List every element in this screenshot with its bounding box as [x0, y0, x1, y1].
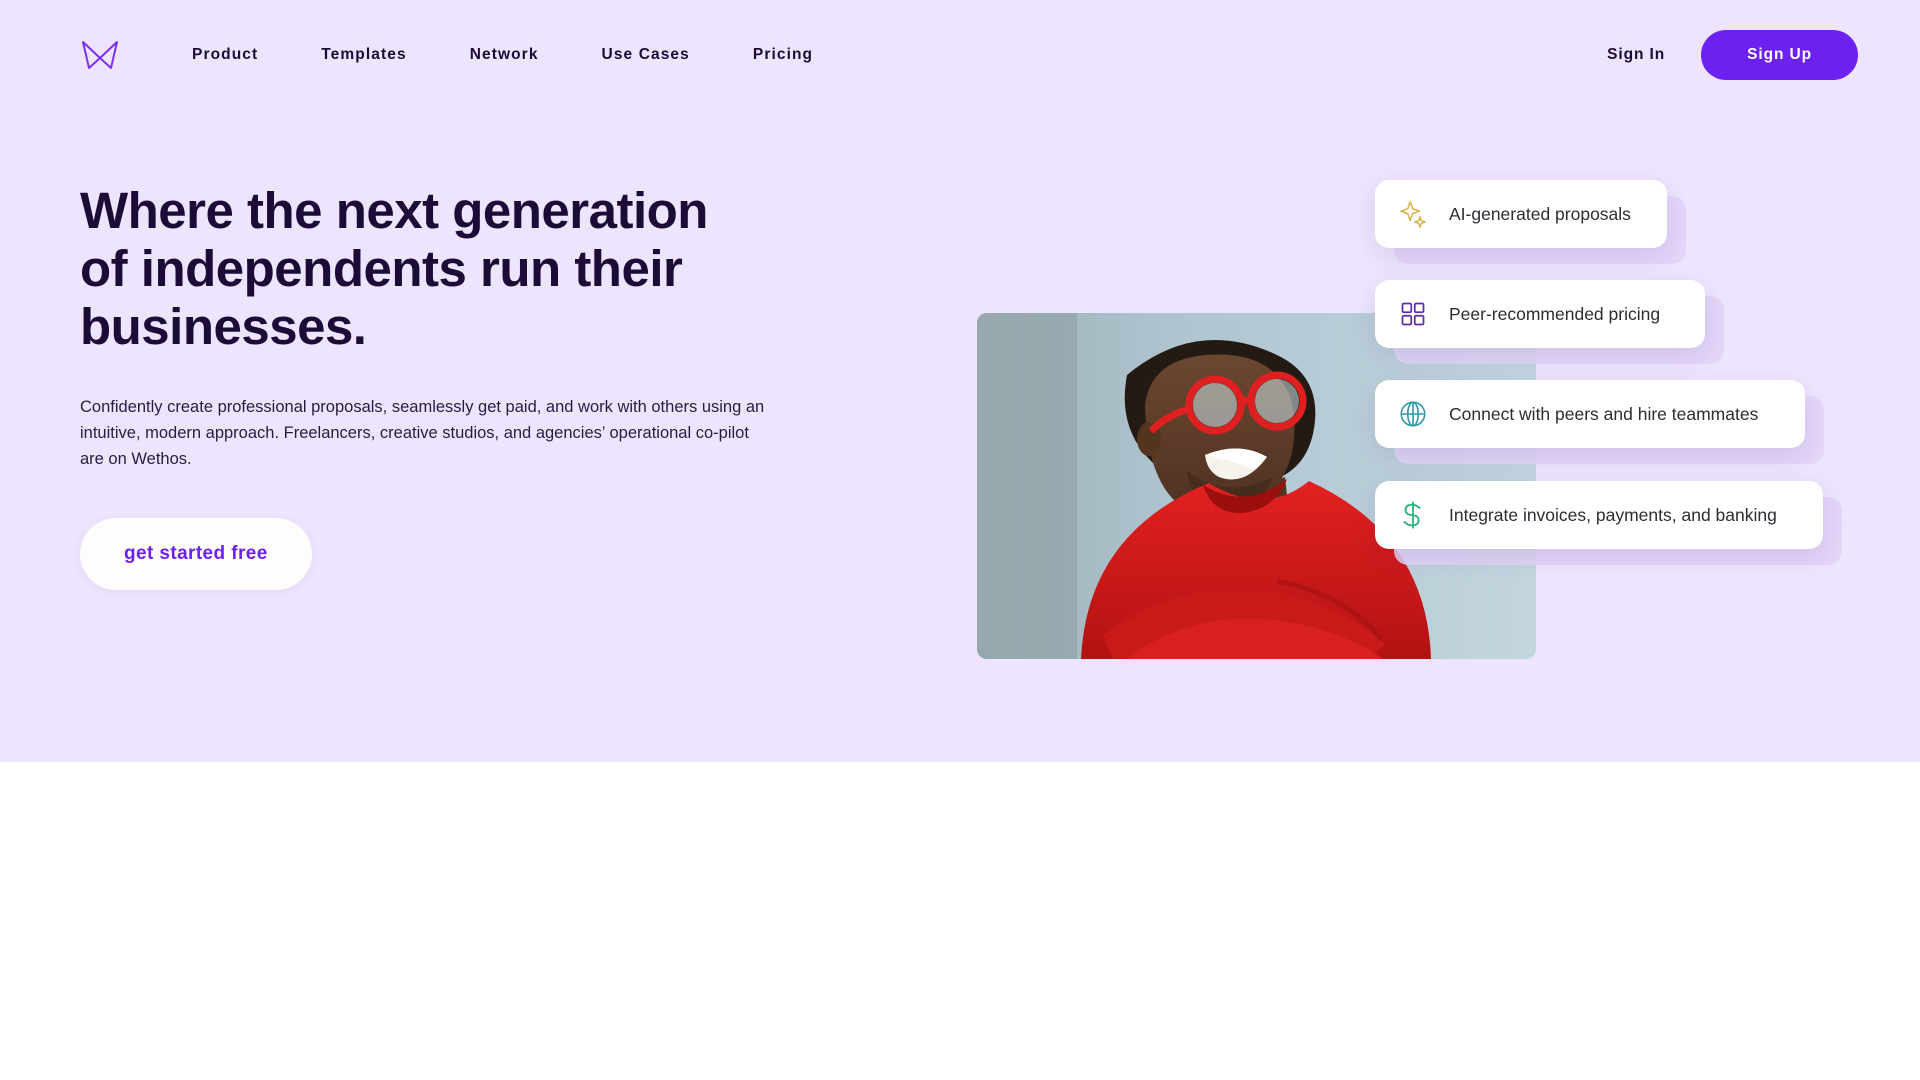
- wethos-logo[interactable]: [80, 38, 120, 72]
- sparkle-icon: [1397, 198, 1429, 230]
- feature-card-peer-pricing[interactable]: Peer-recommended pricing: [1375, 280, 1705, 348]
- nav-item-templates[interactable]: Templates: [321, 40, 406, 70]
- nav-actions: Sign In Sign Up: [1607, 30, 1858, 80]
- sign-up-button[interactable]: Sign Up: [1701, 30, 1858, 80]
- grid-icon: [1397, 298, 1429, 330]
- nav-item-product[interactable]: Product: [192, 40, 258, 70]
- nav-links: Product Templates Network Use Cases Pric…: [192, 40, 876, 70]
- feature-label: Connect with peers and hire teammates: [1449, 403, 1759, 424]
- feature-card-invoices-banking[interactable]: Integrate invoices, payments, and bankin…: [1375, 481, 1823, 549]
- hero-section: Product Templates Network Use Cases Pric…: [0, 0, 1920, 762]
- proposals-section: Created Shared Viewed Signed da Vinci De…: [0, 762, 1920, 1080]
- main-navigation: Product Templates Network Use Cases Pric…: [0, 0, 1920, 110]
- get-started-free-button[interactable]: get started free: [80, 518, 312, 590]
- nav-item-network[interactable]: Network: [470, 40, 539, 70]
- hero-title: Where the next generation of independent…: [80, 182, 708, 355]
- nav-item-use-cases[interactable]: Use Cases: [602, 40, 690, 70]
- feature-label: Peer-recommended pricing: [1449, 303, 1661, 324]
- sign-in-link[interactable]: Sign In: [1607, 46, 1665, 64]
- globe-icon: [1397, 398, 1429, 430]
- dollar-icon: [1397, 499, 1429, 531]
- feature-card-ai-proposals[interactable]: AI-generated proposals: [1375, 180, 1667, 248]
- hero-copy: Where the next generation of independent…: [80, 182, 780, 590]
- hero-subtitle: Confidently create professional proposal…: [80, 398, 765, 468]
- feature-label: Integrate invoices, payments, and bankin…: [1449, 504, 1777, 525]
- feature-card-connect-peers[interactable]: Connect with peers and hire teammates: [1375, 380, 1805, 448]
- feature-label: AI-generated proposals: [1449, 203, 1631, 224]
- nav-item-pricing[interactable]: Pricing: [753, 40, 813, 70]
